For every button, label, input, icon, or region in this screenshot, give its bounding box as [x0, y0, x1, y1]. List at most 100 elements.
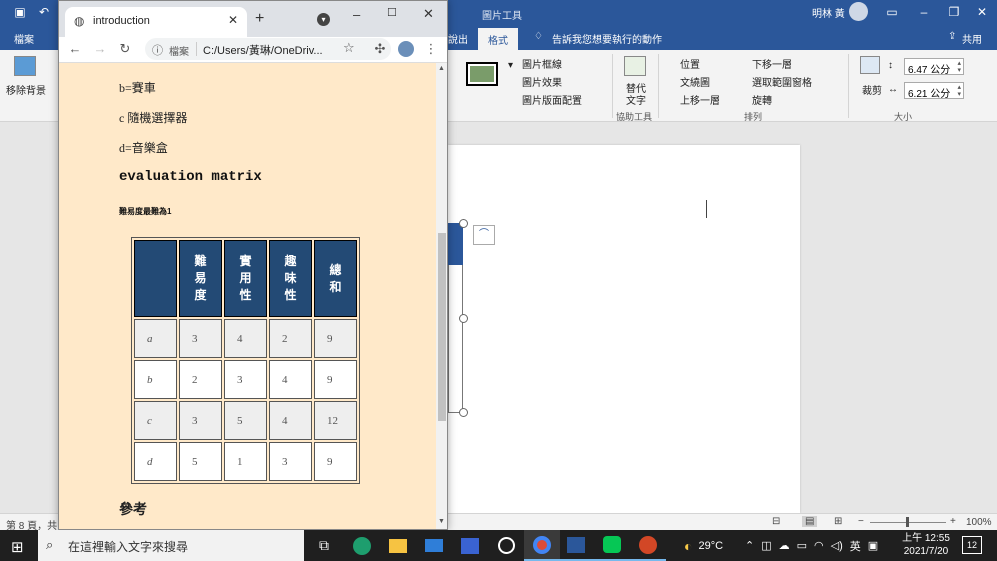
- tell-me-box[interactable]: 告訴我您想要執行的動作: [552, 31, 662, 46]
- table-cell: 9: [314, 319, 357, 358]
- profile-icon[interactable]: [398, 41, 414, 57]
- gallery-scroll-icon[interactable]: ▾: [508, 60, 513, 71]
- table-row: c 3 5 4 12: [134, 401, 357, 440]
- zoom-slider-thumb[interactable]: [906, 517, 909, 527]
- share-icon: ⇪: [948, 31, 957, 42]
- scrollbar-thumb[interactable]: [438, 233, 446, 421]
- account-avatar-icon[interactable]: [849, 2, 868, 21]
- resize-handle[interactable]: [459, 408, 468, 417]
- undo-icon[interactable]: ↶: [36, 5, 52, 19]
- volume-icon[interactable]: ◁): [831, 539, 843, 552]
- mail-icon[interactable]: [416, 530, 452, 561]
- picture-effects-button[interactable]: 圖片效果: [522, 74, 562, 89]
- text-cursor: [706, 200, 707, 218]
- spinner-icon[interactable]: ▴ ▾: [957, 84, 961, 98]
- chevron-up-icon[interactable]: ⌃: [745, 539, 754, 552]
- url-text[interactable]: C:/Users/黃琳/OneDriv...: [203, 42, 323, 58]
- xbox-icon[interactable]: [488, 530, 524, 561]
- clock[interactable]: 上午 12:55 2021/7/20: [898, 532, 954, 558]
- table-cell: 5: [179, 442, 222, 481]
- picture-layout-button[interactable]: 圖片版面配置: [522, 92, 582, 107]
- browser-tab[interactable]: ◍ introduction ✕: [65, 7, 247, 37]
- zoom-level[interactable]: 100%: [966, 517, 992, 528]
- resize-handle[interactable]: [459, 219, 468, 228]
- taskbar-search-box[interactable]: ⌕ 在這裡輸入文字來搜尋: [38, 530, 304, 561]
- line-app-icon[interactable]: [594, 530, 630, 561]
- save-icon[interactable]: ▣: [12, 5, 28, 19]
- picture-style-image-icon: [470, 66, 494, 82]
- rotate-button[interactable]: 旋轉: [752, 92, 772, 107]
- crop-icon: [860, 56, 880, 74]
- close-icon[interactable]: ✕: [423, 6, 434, 22]
- file-explorer-icon[interactable]: [380, 530, 416, 561]
- input-mode-icon[interactable]: ▣: [868, 539, 878, 552]
- chrome-taskbar-icon[interactable]: [524, 530, 560, 561]
- minimize-icon[interactable]: –: [353, 7, 360, 22]
- scroll-down-icon[interactable]: ▼: [438, 518, 445, 525]
- focus-mode-icon[interactable]: ⊟: [772, 516, 780, 527]
- cloud-icon[interactable]: ☁: [779, 539, 790, 552]
- print-layout-icon[interactable]: ▤: [802, 516, 818, 527]
- system-tray: ⌃ ◫ ☁ ▭ ◠ ◁) 英 ▣: [745, 530, 878, 561]
- web-layout-icon[interactable]: ⊞: [834, 516, 842, 527]
- close-icon[interactable]: ✕: [228, 13, 238, 27]
- bring-forward-button[interactable]: 上移一層: [680, 92, 720, 107]
- windows-start-icon[interactable]: ⊞: [11, 538, 24, 556]
- ime-indicator[interactable]: 英: [850, 538, 861, 554]
- tab-format[interactable]: 格式: [478, 28, 518, 50]
- powerpoint-taskbar-icon[interactable]: [630, 530, 666, 561]
- restore-icon[interactable]: ❐: [946, 5, 962, 19]
- height-input[interactable]: 6.47 公分 ▴ ▾: [904, 58, 964, 76]
- scroll-up-icon[interactable]: ▲: [438, 65, 445, 72]
- meet-now-icon[interactable]: ◫: [761, 539, 771, 552]
- tab-search-icon[interactable]: ▾: [317, 13, 330, 26]
- crop-button[interactable]: 裁剪: [862, 82, 882, 97]
- edge-icon[interactable]: [344, 530, 380, 561]
- extensions-icon[interactable]: ✣: [370, 39, 390, 59]
- reference-heading: 參考: [119, 501, 147, 517]
- task-view-icon[interactable]: ⧉: [306, 530, 342, 561]
- spinner-icon[interactable]: ▴ ▾: [957, 60, 961, 74]
- selection-pane-button[interactable]: 選取範圍窗格: [752, 74, 812, 89]
- battery-icon[interactable]: ▭: [797, 539, 807, 552]
- remove-background-button[interactable]: 移除背景: [6, 82, 46, 97]
- picture-border-button[interactable]: 圖片框線: [522, 56, 562, 71]
- maximize-icon[interactable]: ☐: [387, 6, 397, 19]
- table-header-row: 難易度 實用性 趣味性 總和: [134, 240, 357, 317]
- zoom-in-button[interactable]: +: [950, 516, 956, 527]
- lightbulb-icon: ♢: [534, 31, 543, 42]
- ribbon-display-icon[interactable]: ▭: [884, 5, 900, 19]
- send-backward-button[interactable]: 下移一層: [752, 56, 792, 71]
- minimize-icon[interactable]: –: [916, 5, 932, 19]
- star-icon[interactable]: ☆: [343, 40, 355, 56]
- resize-handle[interactable]: [459, 314, 468, 323]
- table-cell: 4: [224, 319, 267, 358]
- notification-count: 12: [966, 540, 977, 550]
- reload-icon[interactable]: ↻: [115, 39, 135, 59]
- share-button[interactable]: 共用: [962, 31, 982, 46]
- info-icon[interactable]: ⓘ: [152, 42, 163, 58]
- menu-icon[interactable]: ⋮: [421, 39, 441, 59]
- position-button[interactable]: 位置: [680, 56, 700, 71]
- weather-widget[interactable]: ◐ 29°C: [684, 530, 723, 561]
- width-input[interactable]: 6.21 公分 ▴ ▾: [904, 82, 964, 100]
- zoom-out-button[interactable]: −: [858, 516, 864, 527]
- page-scrollbar[interactable]: ▲ ▼: [436, 63, 447, 529]
- word-taskbar-icon[interactable]: [558, 530, 594, 561]
- table-row: d 5 1 3 9: [134, 442, 357, 481]
- forward-icon[interactable]: →: [90, 39, 110, 59]
- wifi-icon[interactable]: ◠: [814, 539, 824, 552]
- address-bar[interactable]: ⓘ 檔案 C:/Users/黃琳/OneDriv... ☆: [145, 38, 391, 60]
- notification-center-icon[interactable]: 12: [962, 536, 982, 554]
- tab-file[interactable]: 檔案: [14, 31, 34, 46]
- back-icon[interactable]: ←: [65, 39, 85, 59]
- close-icon[interactable]: ✕: [974, 5, 990, 19]
- new-tab-icon[interactable]: +: [255, 10, 264, 28]
- tab-partial[interactable]: 說出: [448, 31, 468, 46]
- pen-app-icon[interactable]: [452, 530, 488, 561]
- layout-options-icon[interactable]: ⌒: [473, 225, 495, 245]
- column-header-practicality: 實用性: [224, 240, 267, 317]
- wrap-text-button[interactable]: 文繞圖: [680, 74, 710, 89]
- alt-text-button-line2[interactable]: 文字: [626, 92, 646, 107]
- column-header-fun: 趣味性: [269, 240, 312, 317]
